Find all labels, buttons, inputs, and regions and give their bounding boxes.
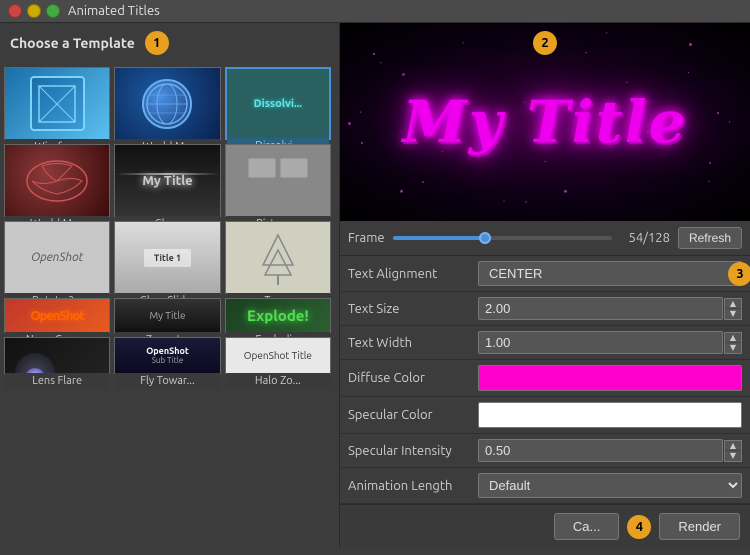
settings-table: Text Alignment CENTER LEFT RIGHT 3 Text … [340,256,750,504]
main-content: Choose a Template 1 [0,23,750,548]
textwidth-spinner[interactable]: ▲ ▼ [724,332,742,354]
textsize-input[interactable] [478,297,723,320]
textwidth-input[interactable] [478,331,723,354]
badge-1: 1 [145,31,169,55]
dissolve-text: Dissolvi... [254,98,302,110]
template-label: Fly Towar... [115,373,219,389]
template-item-wireframe[interactable]: Wirefra... [4,67,110,140]
template-item-picture[interactable]: Picture... [225,144,331,217]
template-item-flytoward[interactable]: OpenShot Sub Title Fly Towar... [114,337,220,374]
template-item-glare[interactable]: My Title Glare [114,144,220,217]
textwidth-down[interactable]: ▼ [725,343,741,353]
panel-header: Choose a Template 1 [0,23,339,63]
template-item-explode[interactable]: Explode! Explodi... [225,298,331,333]
template-item-halozoom[interactable]: OpenShot Title Halo Zo... [225,337,331,374]
preview-title: My Title [402,88,687,156]
panel-title: Choose a Template [10,35,135,51]
right-panel: My Title 2 Frame 54/128 Refresh Text Ali… [340,23,750,548]
controls-area: Frame 54/128 Refresh Text Alignment CENT… [340,221,750,504]
badge-2: 2 [533,31,557,55]
setting-row-alignment: Text Alignment CENTER LEFT RIGHT 3 [340,256,750,292]
frame-slider-fill [393,236,485,240]
specularintensity-container: ▲ ▼ [478,439,742,462]
template-label: Halo Zo... [226,373,330,389]
template-grid: Wirefra... [4,67,335,374]
setting-row-textwidth: Text Width ▲ ▼ [340,326,750,360]
zoom-text: My Title [149,310,185,321]
halozoom-text: OpenShot Title [244,350,312,361]
minimize-button[interactable] [27,4,41,18]
frame-count: 54/128 [620,231,670,245]
setting-label-textsize: Text Size [348,302,478,316]
diffuse-color-swatch[interactable] [478,365,742,391]
specularintensity-input[interactable] [478,439,723,462]
preview-area: My Title 2 [340,23,750,221]
flytoward-content: OpenShot Sub Title [146,346,189,365]
template-item-glassslider[interactable]: Title 1 Glass Slider [114,221,220,294]
textsize-up[interactable]: ▲ [725,299,741,310]
frame-label: Frame [348,231,385,245]
cancel-button[interactable]: Ca... [554,513,619,540]
setting-label-alignment: Text Alignment [348,267,478,281]
template-item-world[interactable]: World M... [114,67,220,140]
template-item-neoncurves[interactable]: OpenShot Neon Curves [4,298,110,333]
specular-color-swatch[interactable] [478,402,742,428]
frame-row: Frame 54/128 Refresh [340,221,750,256]
badge-4: 4 [627,515,651,539]
animlength-container: Default Short Long [478,473,742,498]
setting-row-textsize: Text Size ▲ ▼ [340,292,750,326]
setting-label-specularintensity: Specular Intensity [348,444,478,458]
textsize-down[interactable]: ▼ [725,309,741,319]
setting-label-specular: Specular Color [348,408,478,422]
specular-container [478,402,742,428]
frame-slider-thumb [479,232,491,244]
setting-row-diffuse: Diffuse Color [340,360,750,397]
template-item-trees[interactable]: Trees [225,221,331,294]
alignment-container: CENTER LEFT RIGHT [478,261,742,286]
close-button[interactable] [8,4,22,18]
setting-label-animlength: Animation Length [348,479,478,493]
specularintensity-up[interactable]: ▲ [725,441,741,452]
specularintensity-down[interactable]: ▼ [725,451,741,461]
textwidth-container: ▲ ▼ [478,331,742,354]
animlength-select[interactable]: Default Short Long [478,473,742,498]
glass-title-text: Title 1 [154,253,181,263]
setting-row-specularintensity: Specular Intensity ▲ ▼ [340,434,750,468]
neon-openshot-text: OpenShot [30,309,84,323]
frame-slider[interactable] [393,236,612,240]
template-item-dissolve[interactable]: Dissolvi... Dissolvi... [225,67,331,140]
diffuse-container [478,365,742,391]
template-item-rotate3[interactable]: OpenShot Rotate 3... [4,221,110,294]
alignment-select[interactable]: CENTER LEFT RIGHT [478,261,742,286]
glare-text: My Title [142,174,192,188]
template-grid-wrapper[interactable]: Wirefra... [0,63,339,548]
refresh-button[interactable]: Refresh [678,227,742,249]
textsize-container: ▲ ▼ [478,297,742,320]
specularintensity-spinner[interactable]: ▲ ▼ [724,440,742,462]
rotate-text: OpenShot [31,251,83,264]
window-title: Animated Titles [68,4,160,18]
textsize-spinner[interactable]: ▲ ▼ [724,298,742,320]
template-label: Lens Flare [5,373,109,389]
setting-label-textwidth: Text Width [348,336,478,350]
render-button[interactable]: Render [659,513,740,540]
bottom-bar: Ca... 4 Render [340,504,750,548]
window-controls[interactable] [8,4,60,18]
textwidth-up[interactable]: ▲ [725,333,741,344]
badge-3: 3 [728,262,750,286]
explode-text: Explode! [247,307,309,324]
maximize-button[interactable] [46,4,60,18]
setting-row-animlength: Animation Length Default Short Long [340,468,750,504]
title-bar: Animated Titles [0,0,750,23]
template-item-zoom[interactable]: My Title Zoom t... [114,298,220,333]
setting-label-diffuse: Diffuse Color [348,371,478,385]
template-item-worldmap[interactable]: World Map [4,144,110,217]
setting-row-specular: Specular Color [340,397,750,434]
left-panel: Choose a Template 1 [0,23,340,548]
template-item-lensflare[interactable]: Lens Flare [4,337,110,374]
